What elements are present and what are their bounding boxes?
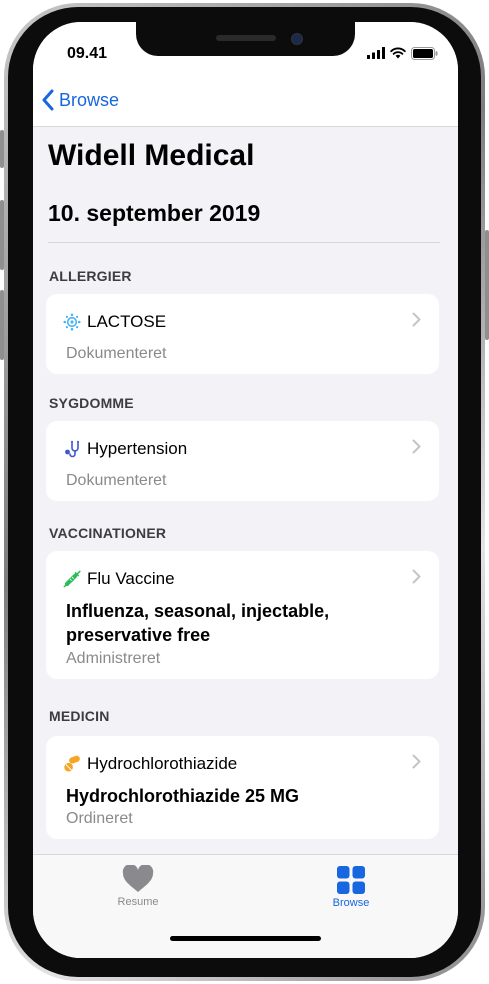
front-camera (291, 33, 303, 45)
medication-status: Ordineret (66, 810, 133, 827)
medication-card-header: Hydrochlorothiazide (63, 754, 237, 774)
page-title: Widell Medical (48, 139, 255, 172)
header-divider (48, 242, 440, 243)
chevron-right-icon (412, 439, 421, 454)
status-time: 09.41 (67, 45, 108, 62)
condition-status: Dokumenteret (66, 472, 167, 489)
stethoscope-icon (65, 440, 79, 458)
vaccine-detail-line2: preservative free (66, 625, 211, 645)
section-header-vaccinations: VACCINATIONER (49, 525, 167, 541)
pills-icon (64, 755, 80, 772)
volume-down-button (0, 290, 4, 360)
allergen-icon (63, 313, 81, 331)
grid-icon (337, 866, 365, 894)
vaccine-detail-line1: Influenza, seasonal, injectable, (66, 601, 330, 621)
status-icons (367, 46, 438, 60)
content-scroll[interactable]: Widell Medical 10. september 2019 ALLERG… (33, 127, 458, 854)
screen: 09.41 Browse Widell Medical 10. septembe… (33, 22, 458, 958)
cellular-signal-icon (367, 47, 385, 59)
tab-resume-label: Resume (117, 896, 159, 908)
navigation-bar: Browse (33, 66, 458, 127)
medication-detail: Hydrochlorothiazide 25 MG (66, 786, 300, 806)
chevron-right-icon (412, 754, 421, 769)
tab-browse[interactable]: Browse (291, 865, 411, 909)
medication-name: Hydrochlorothiazide (87, 754, 238, 773)
tab-resume[interactable]: Resume (78, 865, 198, 908)
silent-switch (0, 130, 4, 168)
allergy-name: LACTOSE (87, 312, 167, 331)
tab-browse-label: Browse (332, 897, 370, 909)
tab-bar: Resume Browse (33, 854, 458, 958)
chevron-left-icon (42, 89, 54, 111)
chevron-right-icon (412, 569, 421, 584)
power-button (485, 230, 489, 340)
condition-card-header: Hypertension (63, 439, 187, 459)
medication-card[interactable]: Hydrochlorothiazide Hydrochlorothiazide … (46, 736, 439, 839)
volume-up-button (0, 200, 4, 270)
condition-card[interactable]: Hypertension Dokumenteret (46, 421, 439, 501)
chevron-right-icon (412, 312, 421, 327)
allergy-card-header: LACTOSE (63, 312, 166, 332)
back-button[interactable]: Browse (41, 89, 119, 111)
notch (136, 22, 355, 56)
condition-name: Hypertension (87, 439, 188, 458)
allergy-status: Dokumenteret (66, 345, 167, 362)
vaccination-card-header: Flu Vaccine (63, 569, 175, 589)
vaccine-status: Administreret (66, 650, 161, 667)
section-header-medications: MEDICIN (49, 708, 110, 724)
home-indicator[interactable] (170, 936, 321, 941)
speaker-grille (216, 35, 276, 41)
section-header-allergies: ALLERGIER (49, 268, 132, 284)
battery-icon (411, 46, 438, 60)
back-button-label: Browse (59, 89, 120, 110)
section-header-conditions: SYGDOMME (49, 395, 134, 411)
wifi-icon (390, 47, 406, 59)
vaccination-card[interactable]: Flu Vaccine Influenza, seasonal, injecta… (46, 551, 439, 679)
allergy-card[interactable]: LACTOSE Dokumenteret (46, 294, 439, 374)
vaccine-name: Flu Vaccine (87, 569, 175, 588)
syringe-icon (63, 570, 81, 588)
heart-icon (122, 865, 154, 892)
page-date: 10. september 2019 (48, 200, 261, 226)
